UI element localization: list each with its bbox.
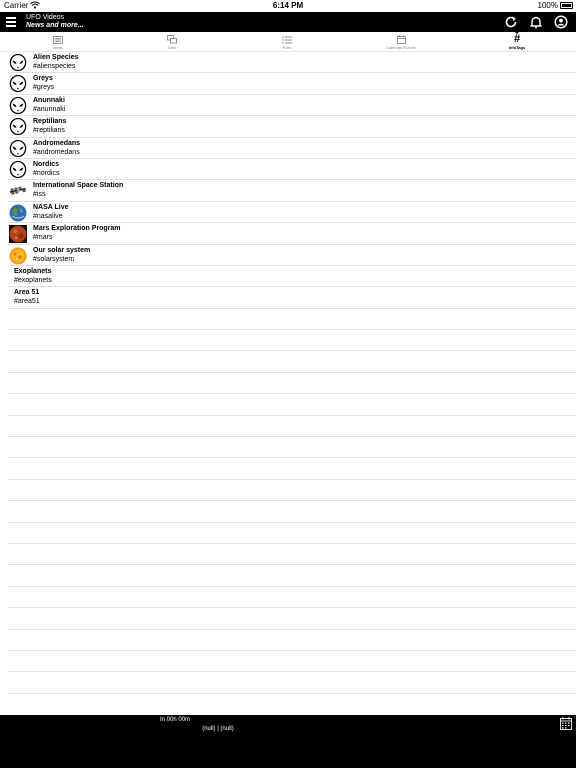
- infotag-hashtag: #greys: [33, 84, 55, 92]
- notifications-bell-icon[interactable]: [529, 15, 543, 29]
- empty-row: [8, 330, 576, 352]
- empty-row: [8, 587, 576, 609]
- list-item[interactable]: Reptilians #reptilians: [8, 116, 576, 138]
- footer-info: (null) | (null): [202, 726, 234, 732]
- infotag-title: NASA Live: [33, 203, 69, 211]
- infotag-hashtag: #andromedans: [33, 148, 80, 156]
- infotag-title: International Space Station: [33, 182, 124, 190]
- newspaper-icon: [28, 34, 88, 45]
- infotag-title: Reptilians: [33, 118, 67, 126]
- list-item[interactable]: International Space Station #iss: [8, 180, 576, 202]
- list-item[interactable]: Nordics #nordics: [8, 159, 576, 181]
- chat-bubbles-icon: [142, 34, 202, 45]
- sun-icon: [9, 247, 27, 265]
- hashtag-icon: #: [513, 33, 521, 45]
- list-item[interactable]: Exoplanets #exoplanets: [8, 266, 576, 288]
- infotag-title: Mars Exploration Program: [33, 225, 121, 233]
- infotag-title: Alien Species: [33, 54, 79, 61]
- app-header: UFO Videos News and more...: [0, 12, 576, 32]
- list-item[interactable]: Alien Species #alienspecies: [8, 52, 576, 74]
- empty-row: [8, 523, 576, 544]
- empty-row: [8, 309, 576, 331]
- list-item[interactable]: Andromedans #andromedans: [8, 138, 576, 159]
- empty-row: [8, 501, 576, 523]
- tab-news-label: News: [52, 45, 63, 50]
- infotag-title: Area 51: [14, 289, 40, 297]
- infotag-hashtag: #mars: [33, 234, 53, 242]
- empty-row: [8, 394, 576, 416]
- refresh-icon[interactable]: [504, 15, 518, 29]
- app-subtitle: News and more...: [26, 22, 84, 29]
- infotag-hashtag: #exoplanets: [14, 276, 52, 284]
- empty-row: [8, 458, 576, 480]
- empty-row: [8, 544, 576, 566]
- infotag-hashtag: #area51: [14, 298, 40, 306]
- app-title: UFO Videos: [26, 14, 64, 21]
- infotag-hashtag: #reptilians: [33, 127, 65, 135]
- alien-head-icon: [9, 118, 27, 136]
- infotag-title: Anunnaki: [33, 96, 65, 104]
- empty-row: [8, 373, 576, 395]
- status-bar: Carrier 6:14 PM 100%: [0, 0, 576, 12]
- mars-icon: [9, 225, 27, 244]
- tab-polls-label: Polls: [282, 45, 292, 50]
- infotag-hashtag: #anunnaki: [33, 105, 66, 113]
- infotag-hashtag: #nordics: [33, 169, 60, 177]
- earth-icon: [9, 204, 27, 222]
- alien-head-icon: [9, 139, 27, 158]
- tab-calendar-events-label: Calendar/Events: [386, 45, 416, 50]
- infotag-hashtag: #solarsystem: [33, 255, 75, 263]
- tab-wall[interactable]: Wall: [142, 34, 202, 51]
- menu-icon[interactable]: [6, 17, 16, 27]
- empty-row: [8, 608, 576, 630]
- tab-infotags[interactable]: # InfoTags: [487, 31, 547, 51]
- space-station-icon: [9, 182, 27, 200]
- list-icon: [257, 34, 317, 45]
- tab-calendar-events[interactable]: Calendar/Events: [371, 34, 431, 51]
- infotag-hashtag: #nasalive: [33, 212, 63, 220]
- infotag-title: Nordics: [33, 160, 60, 168]
- alien-head-icon: [9, 160, 27, 179]
- user-profile-icon[interactable]: [554, 15, 568, 29]
- infotag-hashtag: #alienspecies: [33, 63, 76, 70]
- battery-percentage: 100%: [537, 1, 558, 10]
- tab-wall-label: Wall: [168, 45, 176, 50]
- tab-news[interactable]: News: [28, 34, 88, 51]
- alien-head-icon: [9, 53, 27, 72]
- infotag-title: Greys: [33, 75, 53, 83]
- infotag-title: Andromedans: [33, 139, 81, 147]
- battery-icon: [560, 2, 573, 9]
- list-item[interactable]: Area 51 #area51: [8, 287, 576, 309]
- tab-infotags-label: InfoTags: [508, 45, 526, 50]
- empty-row: [8, 672, 576, 694]
- list-item[interactable]: NASA Live #nasalive: [8, 202, 576, 224]
- tab-polls[interactable]: Polls: [257, 34, 317, 51]
- calendar-grid-icon[interactable]: [560, 717, 572, 730]
- list-item[interactable]: Our solar system #solarsystem: [8, 245, 576, 266]
- empty-row: [8, 651, 576, 673]
- infotag-title: Exoplanets: [14, 267, 52, 275]
- alien-head-icon: [9, 75, 27, 93]
- empty-row: [8, 480, 576, 502]
- active-tab-marker: [514, 31, 520, 34]
- countdown-timer: In 00h 00m: [160, 717, 191, 723]
- empty-row: [8, 565, 576, 587]
- infotag-hashtag: #iss: [33, 191, 46, 199]
- alien-head-icon: [9, 96, 27, 115]
- infotags-list: Alien Species #alienspecies Greys #greys Anu…: [8, 52, 576, 694]
- infotag-title: Our solar system: [33, 246, 91, 254]
- list-item[interactable]: Greys #greys: [8, 73, 576, 95]
- list-item[interactable]: Anunnaki #anunnaki: [8, 95, 576, 117]
- status-time: 6:14 PM: [272, 1, 304, 10]
- footer-bar: In 00h 00m (null) | (null): [0, 715, 576, 768]
- empty-row: [8, 630, 576, 651]
- list-item[interactable]: Mars Exploration Program #mars: [8, 223, 576, 245]
- empty-row: [8, 437, 576, 459]
- tab-bar: News Wall Polls Calendar/Events # InfoTa…: [0, 31, 576, 52]
- calendar-icon: [371, 34, 431, 45]
- empty-row: [8, 351, 576, 373]
- empty-row: [8, 416, 576, 438]
